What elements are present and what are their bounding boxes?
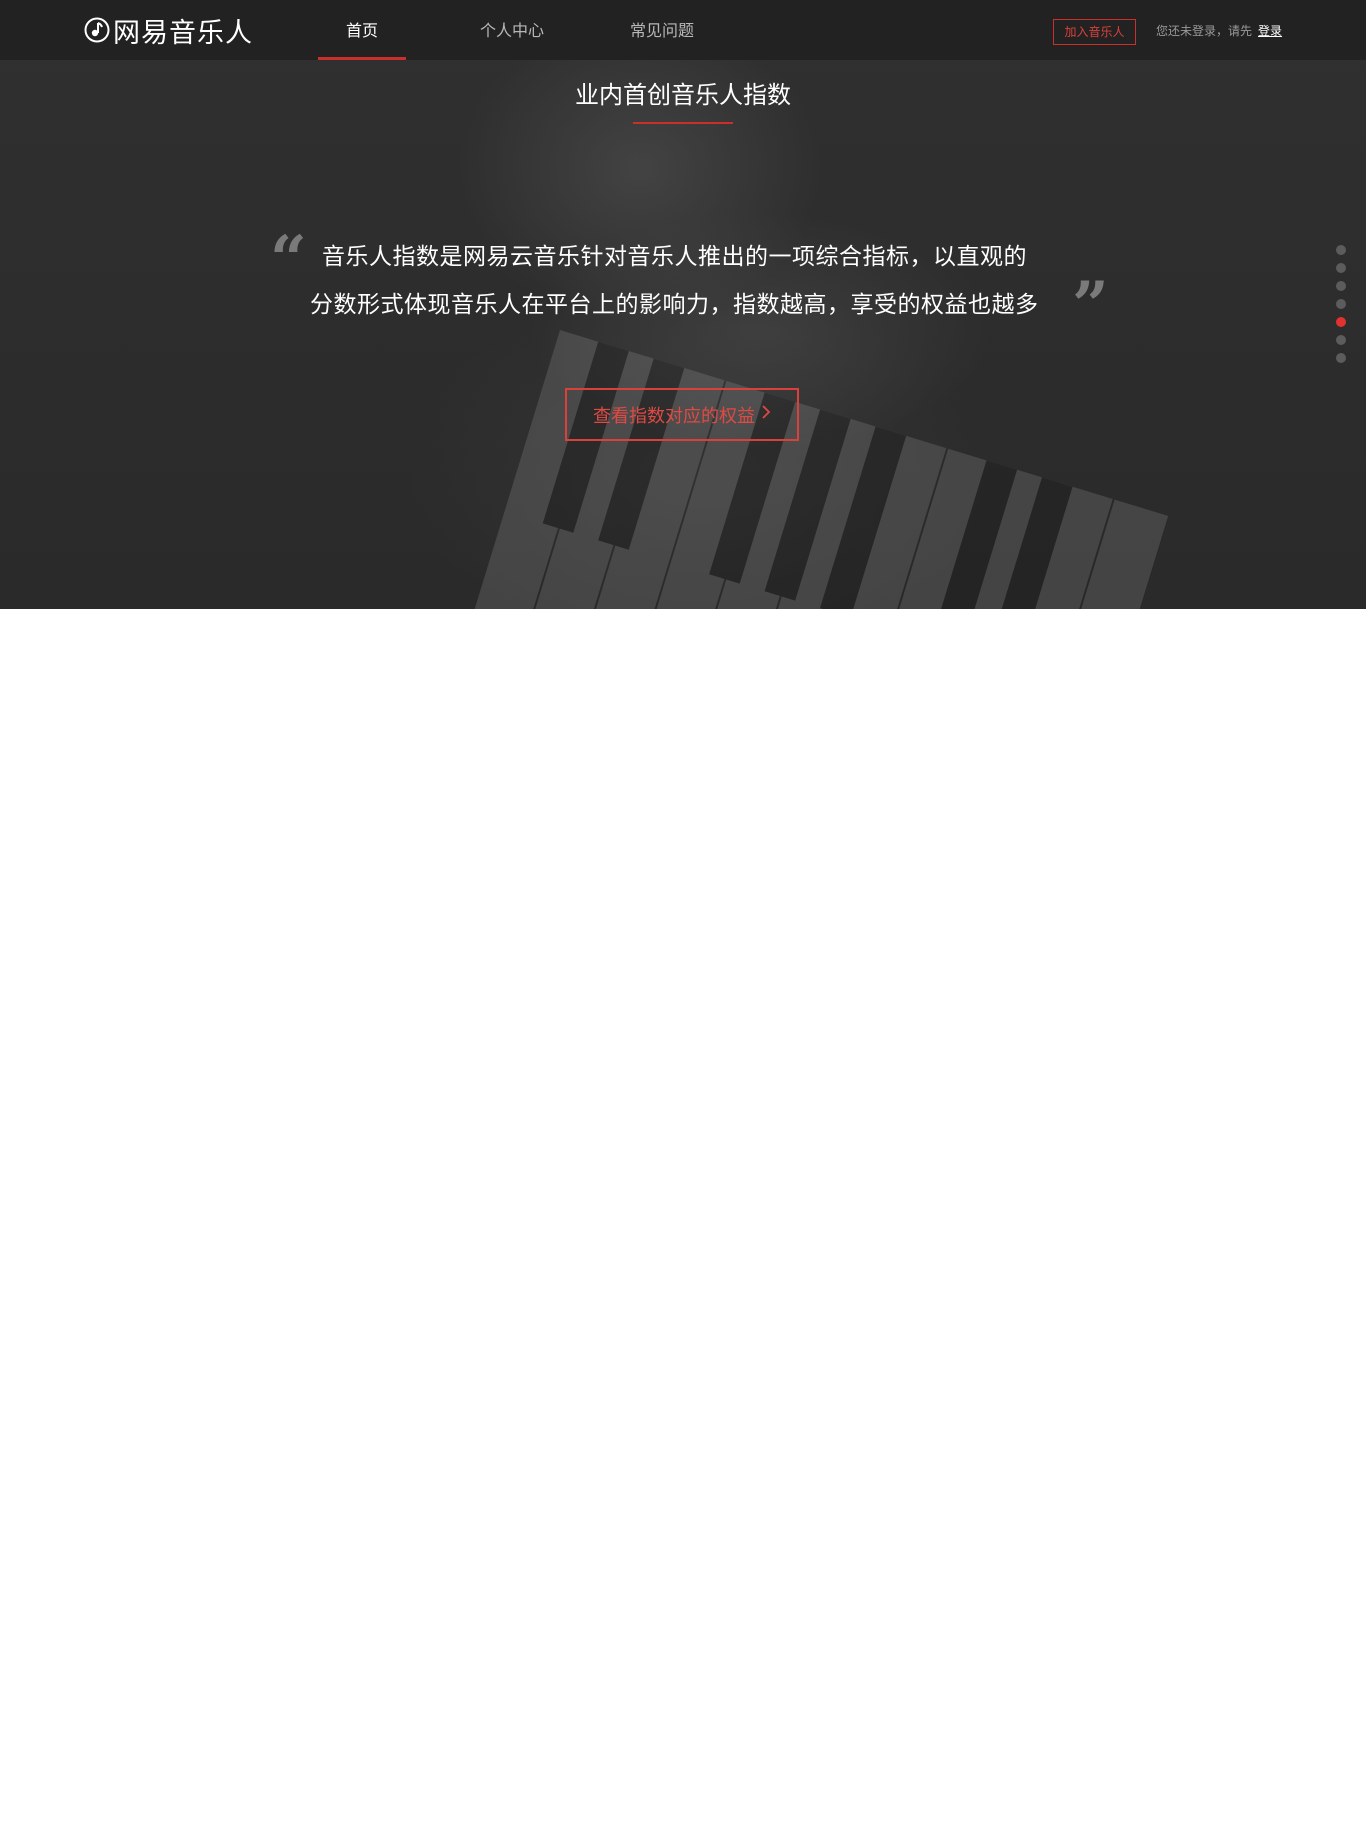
page-dot-1[interactable] <box>1336 245 1346 255</box>
login-link[interactable]: 登录 <box>1258 24 1282 38</box>
top-navbar: 网易音乐人 首页 个人中心 常见问题 加入音乐人 您还未登录，请先 登录 <box>0 0 1366 60</box>
quote-text-line-1: 音乐人指数是网易云音乐针对音乐人推出的一项综合指标，以直观的 <box>322 244 1027 270</box>
music-note-logo-icon <box>84 17 110 43</box>
page-dots <box>1336 245 1346 371</box>
login-hint: 您还未登录，请先 登录 <box>1156 22 1282 39</box>
page-dot-6[interactable] <box>1336 335 1346 345</box>
nav-personal-center[interactable]: 个人中心 <box>470 0 554 60</box>
page-dot-5-active[interactable] <box>1336 317 1346 327</box>
view-benefits-button[interactable]: 查看指数对应的权益 <box>565 388 799 441</box>
section-title: 业内首创音乐人指数 <box>575 81 791 109</box>
title-underline <box>633 122 733 124</box>
open-quote-icon: “ <box>270 222 307 297</box>
close-quote-icon: ” <box>1072 268 1109 343</box>
chevron-right-icon <box>761 404 771 425</box>
logo[interactable]: 网易音乐人 <box>84 14 253 49</box>
nav-faq[interactable]: 常见问题 <box>622 0 702 60</box>
page-dot-2[interactable] <box>1336 263 1346 273</box>
nav-home[interactable]: 首页 <box>318 0 406 60</box>
login-hint-text: 您还未登录，请先 <box>1156 24 1253 38</box>
hero-section: 业内首创音乐人指数 “ 音乐人指数是网易云音乐针对音乐人推出的一项综合指标，以直… <box>0 0 1366 609</box>
logo-text: 网易音乐人 <box>113 17 253 49</box>
quote-text-line-2: 分数形式体现音乐人在平台上的影响力，指数越高，享受的权益也越多 <box>310 292 1039 318</box>
page-dot-3[interactable] <box>1336 281 1346 291</box>
page-dot-4[interactable] <box>1336 299 1346 309</box>
join-musician-button[interactable]: 加入音乐人 <box>1053 19 1136 45</box>
view-benefits-label: 查看指数对应的权益 <box>593 405 755 427</box>
page-dot-7[interactable] <box>1336 353 1346 363</box>
